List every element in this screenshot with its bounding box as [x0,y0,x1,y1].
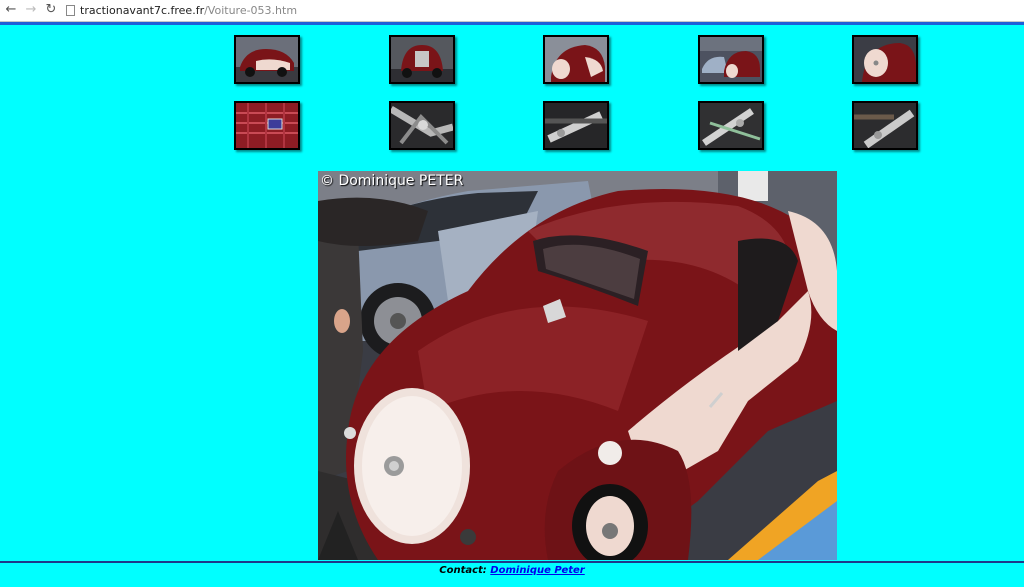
contact-link[interactable]: Dominique Peter [490,565,584,576]
thumbnail-image [545,37,607,82]
thumbnail-image [391,103,453,148]
url-path: /Voiture-053.htm [204,4,298,17]
page-icon [66,5,75,16]
thumbnail-link[interactable] [234,35,300,84]
url-text[interactable]: tractionavant7c.free.fr/Voiture-053.htm [80,2,297,19]
thumbnail-image [545,103,607,148]
contact-label: Contact: [439,565,487,576]
thumbnail-image [391,37,453,82]
thumbnail-link[interactable] [852,35,918,84]
footer-divider [0,561,1024,563]
thumbnail-link[interactable] [543,101,609,150]
browser-toolbar: ← → ↻ tractionavant7c.free.fr/Voiture-05… [0,0,1024,22]
thumbnail-image [236,37,298,82]
loading-bar [0,22,1024,25]
thumbnail-image [854,103,916,148]
photo-credit: © Dominique PETER [320,173,464,189]
thumbnail-image [700,37,762,82]
car-photo-image [318,171,837,560]
forward-arrow-icon[interactable]: → [23,2,39,18]
url-host: tractionavant7c.free.fr [80,4,205,17]
thumbnail-link[interactable] [698,101,764,150]
footer: Contact: Dominique Peter [0,565,1024,576]
thumbnail-link[interactable] [389,101,455,150]
thumbnail-link[interactable] [852,101,918,150]
thumbnail-image [854,37,916,82]
thumbnail-link[interactable] [698,35,764,84]
main-photo: © Dominique PETER [318,171,837,560]
thumbnail-image [700,103,762,148]
reload-icon[interactable]: ↻ [43,2,59,18]
back-arrow-icon[interactable]: ← [3,2,19,18]
thumbnail-image [236,103,298,148]
thumbnail-link[interactable] [389,35,455,84]
thumbnail-link[interactable] [234,101,300,150]
thumbnail-link[interactable] [543,35,609,84]
